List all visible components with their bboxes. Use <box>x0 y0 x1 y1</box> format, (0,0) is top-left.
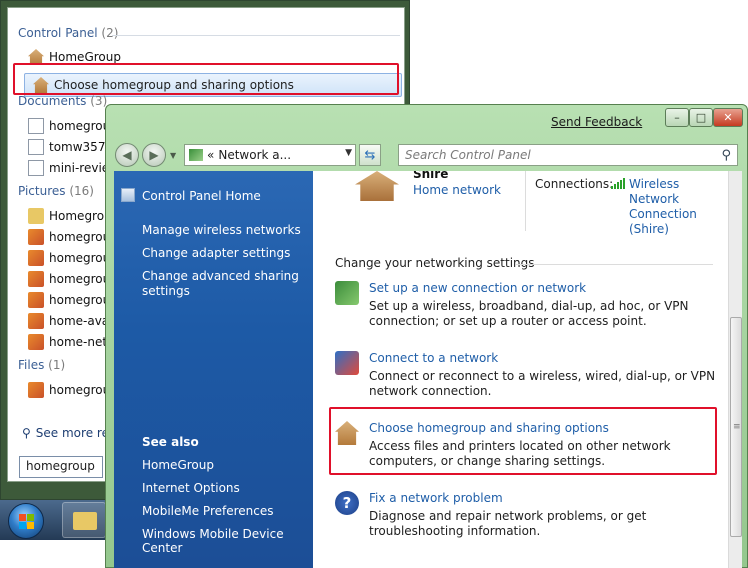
connection-line: Wireless <box>629 177 680 191</box>
folder-icon <box>73 512 97 530</box>
folder-icon <box>28 208 44 224</box>
image-icon <box>28 250 44 266</box>
group-label: Files <box>18 358 45 372</box>
see-also-homegroup[interactable]: HomeGroup <box>142 458 214 472</box>
search-input[interactable]: Search Control Panel ⚲ <box>398 144 738 166</box>
document-icon <box>28 139 44 155</box>
start-button[interactable] <box>8 503 44 539</box>
group-label: Control Panel <box>18 26 98 40</box>
connect-network-icon <box>335 351 359 375</box>
search-icon[interactable]: ⚲ <box>721 148 731 163</box>
main-content: Shire Home network Connections: Wireless… <box>313 171 728 568</box>
send-feedback-link[interactable]: Send Feedback <box>551 115 642 129</box>
back-button[interactable]: ◀ <box>115 143 139 167</box>
refresh-button[interactable]: ⇆ <box>359 144 381 166</box>
wifi-signal-icon <box>611 178 625 189</box>
group-control-panel: Control Panel (2) <box>18 26 118 40</box>
result-picture[interactable]: home-avail <box>28 311 116 331</box>
address-bar[interactable]: « Network a... ▼ <box>184 144 356 166</box>
breadcrumb-text[interactable]: Network a... <box>218 148 291 162</box>
group-count: (1) <box>48 358 66 372</box>
connection-line: Network <box>629 192 680 206</box>
back-arrow-icon: ◀ <box>122 148 132 162</box>
task-description: Diagnose and repair network problems, or… <box>369 509 647 538</box>
address-dropdown-icon[interactable]: ▼ <box>345 148 352 158</box>
scrollbar-thumb[interactable]: ≡ <box>730 317 742 537</box>
document-icon <box>28 118 44 134</box>
connection-line: Connection <box>629 207 697 221</box>
grip-icon: ≡ <box>733 422 741 432</box>
group-count: (2) <box>101 26 119 40</box>
windows-logo-icon <box>19 514 35 530</box>
see-also-mobileme[interactable]: MobileMe Preferences <box>142 504 274 518</box>
maximize-button[interactable]: □ <box>689 108 713 127</box>
taskbar-explorer-button[interactable] <box>62 502 106 538</box>
refresh-icon: ⇆ <box>364 147 376 163</box>
network-sharing-window: Send Feedback – □ ✕ ◀ ▶ ▼ « Network a...… <box>105 104 748 568</box>
search-value: homegroup <box>26 459 95 473</box>
window-body: Control Panel Home Manage wireless netwo… <box>114 171 742 568</box>
see-also-heading: See also <box>142 435 199 449</box>
network-setup-icon <box>335 281 359 305</box>
task-link[interactable]: Connect to a network <box>369 351 498 365</box>
group-divider <box>112 35 400 36</box>
task-description: Set up a wireless, broadband, dial-up, a… <box>369 299 689 328</box>
see-also-mobile-device-center[interactable]: Windows Mobile Device Center <box>142 527 313 555</box>
address-row: ◀ ▶ ▼ « Network a... ▼ ⇆ Search Control … <box>106 139 747 171</box>
group-count: (16) <box>69 184 94 198</box>
network-type-link[interactable]: Home network <box>413 183 501 197</box>
task-description: Connect or reconnect to a wireless, wire… <box>369 369 716 398</box>
start-search-input[interactable]: homegroup <box>19 456 103 478</box>
control-panel-icon <box>121 188 135 202</box>
help-icon: ? <box>335 491 359 515</box>
section-divider <box>515 264 713 265</box>
title-bar: Send Feedback – □ ✕ <box>106 105 747 135</box>
connections-label: Connections: <box>535 177 614 191</box>
image-icon <box>28 271 44 287</box>
group-files: Files (1) <box>18 358 65 372</box>
search-icon: ⚲ <box>22 426 31 440</box>
forward-arrow-icon: ▶ <box>149 148 159 162</box>
nav-manage-wireless[interactable]: Manage wireless networks <box>142 223 301 237</box>
task-link[interactable]: Set up a new connection or network <box>369 281 586 295</box>
task-link[interactable]: Fix a network problem <box>369 491 503 505</box>
group-documents: Documents (3) <box>18 94 107 108</box>
result-picture[interactable]: home-netw <box>28 332 117 352</box>
image-icon <box>28 382 44 398</box>
see-also-internet-options[interactable]: Internet Options <box>142 481 240 495</box>
nav-change-adapter[interactable]: Change adapter settings <box>142 246 290 260</box>
minimize-button[interactable]: – <box>665 108 689 127</box>
highlight-annotation <box>13 63 399 95</box>
search-placeholder: Search Control Panel <box>405 148 531 162</box>
close-button[interactable]: ✕ <box>713 108 743 127</box>
result-label: HomeGroup <box>49 50 121 64</box>
wireless-connection-link[interactable]: Wireless Network Connection (Shire) <box>629 177 719 237</box>
network-name: Shire <box>413 171 449 181</box>
group-label: Pictures <box>18 184 66 198</box>
divider <box>525 171 526 231</box>
connection-line: (Shire) <box>629 222 669 236</box>
breadcrumb-chevron[interactable]: « <box>207 148 214 162</box>
section-title: Change your networking settings <box>335 256 535 270</box>
recent-pages-button[interactable]: ▼ <box>170 151 176 160</box>
control-panel-home-link[interactable]: Control Panel Home <box>142 189 261 203</box>
image-icon <box>28 313 44 329</box>
image-icon <box>28 292 44 308</box>
nav-advanced-sharing-cont[interactable]: settings <box>142 284 190 298</box>
network-folder-icon <box>189 149 203 161</box>
image-icon <box>28 229 44 245</box>
image-icon <box>28 334 44 350</box>
result-document[interactable]: tomw3572 <box>28 137 113 157</box>
highlight-annotation <box>329 407 717 475</box>
vertical-scrollbar[interactable]: ≡ <box>728 171 742 568</box>
group-count: (3) <box>90 94 108 108</box>
home-network-icon <box>355 171 399 201</box>
forward-button[interactable]: ▶ <box>142 143 166 167</box>
document-icon <box>28 160 44 176</box>
group-label: Documents <box>18 94 87 108</box>
left-nav-pane: Control Panel Home Manage wireless netwo… <box>114 171 313 568</box>
result-label: tomw3572 <box>49 140 114 154</box>
group-pictures: Pictures (16) <box>18 184 94 198</box>
nav-advanced-sharing[interactable]: Change advanced sharing <box>142 269 299 283</box>
